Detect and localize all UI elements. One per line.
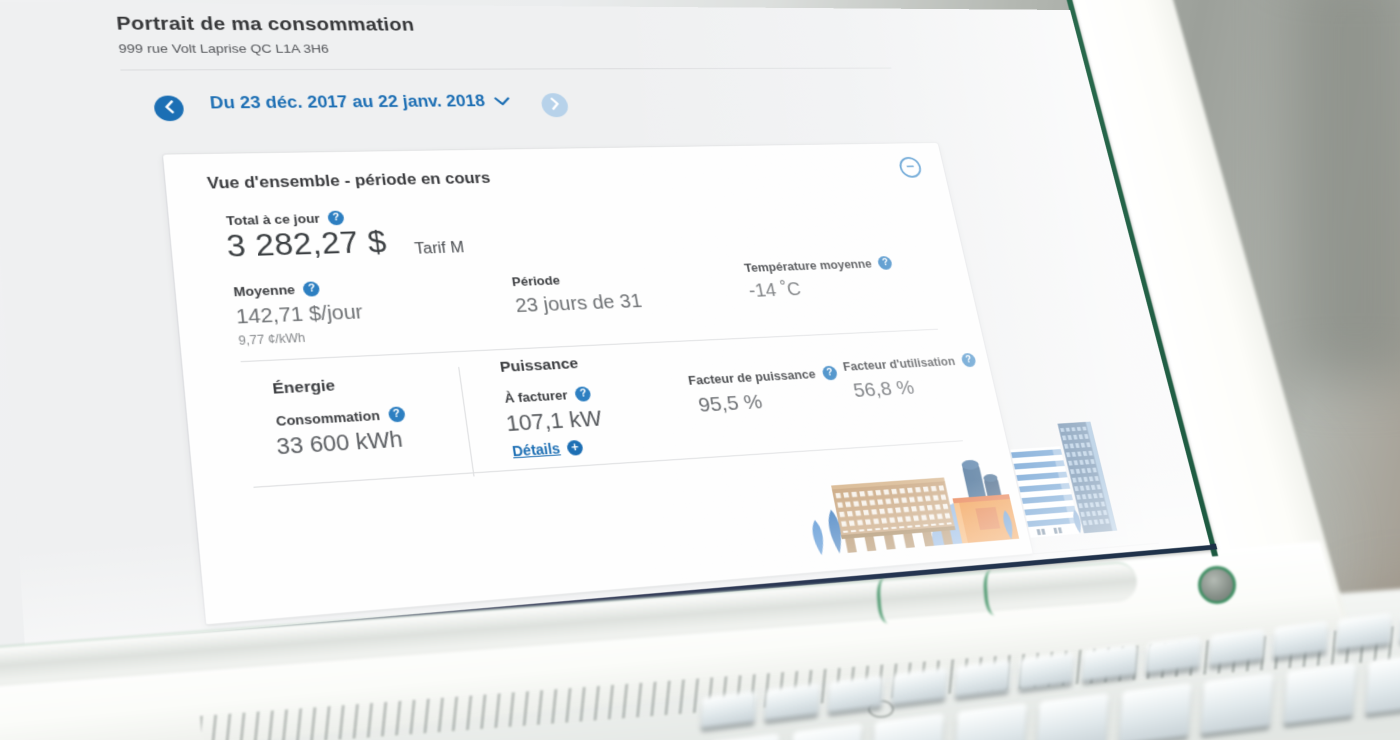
stat-average: Moyenne? 142,71 $/jour 9,77 ¢/kWh (233, 280, 367, 348)
stat-temperature: Température moyenne? -14 ˚C (743, 256, 899, 303)
keyboard-key (954, 703, 1026, 740)
consumption-label-text: Consommation (275, 408, 381, 429)
next-period-button[interactable] (540, 93, 570, 117)
previous-period-button[interactable] (153, 96, 185, 122)
keyboard-key (707, 734, 779, 740)
stat-label: Température moyenne (743, 257, 873, 275)
keyboard-key (872, 713, 944, 740)
stat-label: Période (511, 273, 561, 289)
hinge-cap-left (876, 577, 897, 624)
keyboard-key (892, 668, 947, 705)
cityscape-illustration (789, 417, 1130, 573)
keyboard-key (701, 691, 756, 728)
keyboard-key (1119, 683, 1191, 740)
keyboard-key (1019, 652, 1074, 689)
help-icon[interactable]: ? (877, 256, 893, 270)
chevron-left-icon (163, 100, 175, 116)
stat-label: Moyenne (233, 282, 296, 299)
utilization-factor-label-text: Facteur d'utilisation (842, 354, 957, 374)
details-link[interactable]: Détails + (511, 439, 584, 460)
total-value: 3 282,27 $ (225, 225, 389, 265)
keyboard-key (828, 675, 883, 712)
keyboard-key (1273, 621, 1328, 658)
plus-icon: + (566, 439, 584, 455)
collapse-card-button[interactable]: − (898, 157, 924, 178)
details-link-text: Détails (511, 440, 561, 459)
stat-subvalue: 9,77 ¢/kWh (238, 328, 367, 348)
keyboard-key (1283, 663, 1355, 724)
utilization-factor-label: Facteur d'utilisation ? (842, 353, 977, 374)
latch-button (1198, 566, 1236, 604)
header-divider (120, 68, 891, 71)
power-factor-label-text: Facteur de puissance (687, 367, 817, 388)
tariff-label: Tarif M (414, 240, 466, 259)
page-title: Portrait de ma consommation (116, 14, 416, 36)
help-icon[interactable]: ? (387, 406, 405, 422)
energy-section-title: Énergie (272, 377, 337, 399)
stat-value: 23 jours de 31 (514, 291, 644, 318)
keyboard-key (1336, 613, 1391, 650)
keyboard-key (955, 660, 1010, 697)
billable-label-text: À facturer (503, 387, 568, 405)
stat-value: 142,71 $/jour (235, 302, 364, 330)
keyboard-key (1366, 653, 1400, 714)
period-dropdown[interactable]: Du 23 déc. 2017 au 22 janv. 2018 (209, 92, 512, 113)
keyboard-key (1036, 693, 1108, 740)
keyboard-key (1146, 636, 1201, 673)
consumption-label: Consommation ? (275, 406, 405, 429)
power-section-title: Puissance (499, 355, 580, 377)
background-dark-band (1290, 0, 1400, 380)
utilization-factor-value: 56,8 % (851, 377, 916, 403)
section-vertical-divider (458, 367, 474, 477)
help-icon[interactable]: ? (303, 281, 321, 296)
chevron-down-icon (493, 92, 512, 111)
keyboard-key (1209, 629, 1264, 666)
help-icon[interactable]: ? (327, 211, 345, 226)
stat-value: -14 ˚C (747, 276, 899, 303)
keyboard-key (789, 724, 861, 740)
billable-label: À facturer ? (503, 386, 592, 406)
card-title: Vue d'ensemble - période en cours (206, 170, 491, 194)
help-icon[interactable]: ? (960, 353, 976, 367)
portal-page: Portrait de ma consommation 999 rue Volt… (0, 2, 1210, 648)
laptop-screen: Portrait de ma consommation 999 rue Volt… (0, 2, 1210, 648)
power-factor-label: Facteur de puissance ? (687, 366, 838, 388)
billable-value: 107,1 kW (504, 406, 603, 438)
keyboard-key (765, 683, 820, 720)
power-factor-value: 95,5 % (697, 391, 765, 418)
hinge-cap-right (983, 569, 1004, 616)
help-icon[interactable]: ? (575, 386, 593, 402)
keyboard-key (1082, 644, 1137, 681)
period-label: Du 23 déc. 2017 au 22 janv. 2018 (209, 92, 486, 113)
chevron-right-icon (549, 98, 561, 113)
page-address: 999 rue Volt Laprise QC L1A 3H6 (118, 42, 330, 56)
total-label-text: Total à ce jour (225, 211, 320, 228)
keyboard-key (1201, 673, 1273, 734)
consumption-value: 33 600 kWh (275, 427, 404, 461)
stat-period: Période 23 jours de 31 (511, 270, 644, 318)
help-icon[interactable]: ? (821, 366, 838, 381)
